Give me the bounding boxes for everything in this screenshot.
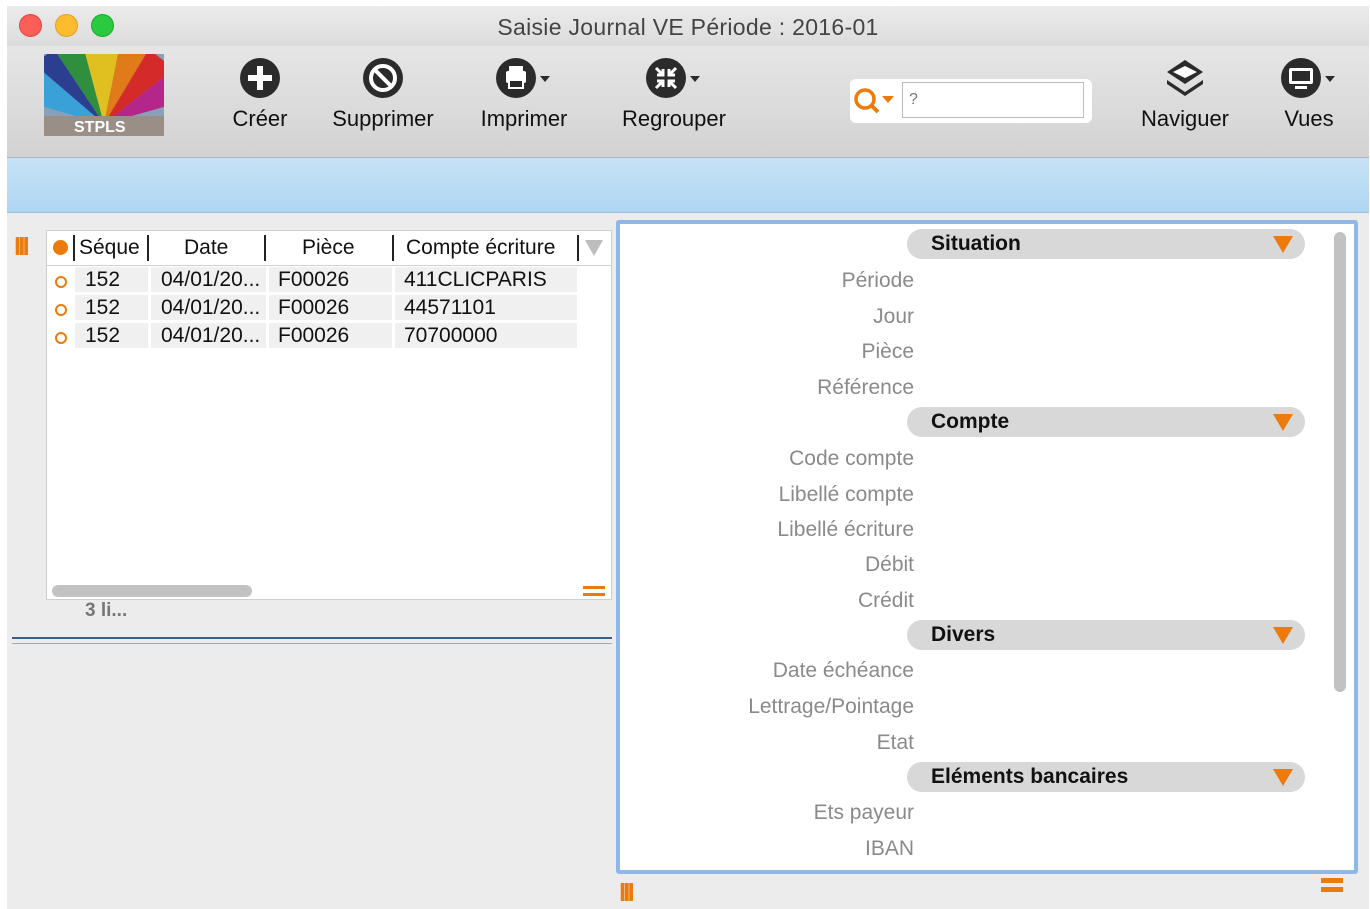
disclosure-arrow-icon	[1273, 769, 1293, 786]
column-menu-icon[interactable]	[585, 240, 603, 256]
prohibited-icon	[363, 58, 403, 98]
disclosure-arrow-icon	[1273, 236, 1293, 253]
cell-date: 04/01/20...	[151, 323, 266, 348]
column-grip-icon[interactable]: III	[619, 879, 635, 905]
table-row[interactable]: 152 04/01/20... F00026 70700000	[47, 323, 582, 350]
cell-compte: 44571101	[395, 295, 577, 320]
search-input[interactable]	[902, 82, 1084, 118]
disclosure-arrow-icon	[1273, 414, 1293, 431]
cell-seq: 152	[75, 323, 148, 348]
row-status-icon	[55, 332, 67, 344]
navigate-label: Naviguer	[1140, 106, 1230, 131]
table-row[interactable]: 152 04/01/20... F00026 44571101	[47, 295, 582, 322]
section-compte[interactable]: Compte	[907, 407, 1305, 437]
create-label: Créer	[232, 106, 288, 131]
cell-piece: F00026	[269, 267, 392, 292]
stpls-logo: STPLS	[44, 54, 164, 136]
column-header-piece[interactable]: Pièce	[302, 236, 355, 260]
section-compte-label: Compte	[931, 410, 1010, 433]
info-band	[7, 158, 1369, 213]
section-divers-label: Divers	[931, 623, 996, 646]
field-ets-payeur: Ets payeur	[813, 801, 914, 824]
field-periode: Période	[841, 269, 914, 292]
field-libelle-compte: Libellé compte	[778, 483, 914, 506]
cell-compte: 70700000	[395, 323, 577, 348]
disclosure-arrow-icon	[1273, 627, 1293, 644]
cell-compte: 411CLICPARIS	[395, 267, 577, 292]
cell-date: 04/01/20...	[151, 267, 266, 292]
cell-seq: 152	[75, 267, 148, 292]
vertical-scrollbar[interactable]	[1334, 232, 1346, 692]
collapse-icon	[646, 58, 700, 98]
field-code-compte: Code compte	[789, 447, 914, 470]
monitor-icon	[1281, 58, 1335, 98]
list-pane: III Séque Date Pièce Compte écriture 152…	[7, 213, 612, 909]
section-divers[interactable]: Divers	[907, 620, 1305, 650]
stack-layers-icon	[1167, 60, 1203, 96]
field-libelle-ecriture: Libellé écriture	[777, 518, 914, 541]
views-button[interactable]: Vues	[1277, 56, 1341, 132]
group-button[interactable]: Regrouper	[619, 56, 729, 132]
field-jour: Jour	[873, 305, 914, 328]
field-debit: Débit	[864, 553, 914, 576]
printer-icon	[496, 58, 550, 98]
record-count: 3 li...	[85, 600, 128, 621]
records-table: Séque Date Pièce Compte écriture 152 04/…	[46, 230, 612, 600]
horizontal-scrollbar[interactable]	[52, 585, 252, 597]
search-box	[850, 79, 1092, 123]
field-etat: Etat	[876, 731, 914, 754]
delete-label: Supprimer	[332, 106, 434, 131]
views-label: Vues	[1284, 106, 1334, 131]
section-situation-label: Situation	[931, 232, 1021, 255]
navigate-button[interactable]: Naviguer	[1137, 56, 1233, 132]
group-label: Regrouper	[622, 106, 726, 131]
cell-date: 04/01/20...	[151, 295, 266, 320]
logo-text: STPLS	[74, 119, 126, 136]
status-dot-icon	[53, 240, 68, 255]
field-reference: Référence	[817, 376, 914, 399]
section-bancaires-label: Eléments bancaires	[931, 765, 1129, 788]
column-header-compte[interactable]: Compte écriture	[406, 236, 555, 260]
delete-button[interactable]: Supprimer	[330, 56, 436, 132]
title-bar: Saisie Journal VE Période : 2016-01	[7, 6, 1369, 46]
field-lettrage: Lettrage/Pointage	[748, 695, 914, 718]
window-title: Saisie Journal VE Période : 2016-01	[497, 14, 879, 40]
field-credit: Crédit	[857, 589, 914, 612]
section-situation[interactable]: Situation	[907, 229, 1305, 259]
column-header-seq[interactable]: Séque	[79, 236, 140, 260]
search-dropdown-icon[interactable]	[852, 84, 898, 120]
field-piece: Pièce	[861, 340, 914, 363]
column-grip-icon[interactable]: III	[14, 233, 30, 259]
plus-circle-icon	[240, 58, 280, 98]
column-header-date[interactable]: Date	[184, 236, 228, 260]
section-bancaires[interactable]: Eléments bancaires	[907, 762, 1305, 792]
app-window: Saisie Journal VE Période : 2016-01 STPL…	[7, 6, 1369, 909]
row-status-icon	[55, 304, 67, 316]
field-iban: IBAN	[864, 837, 914, 860]
table-row[interactable]: 152 04/01/20... F00026 411CLICPARIS	[47, 267, 582, 294]
cell-piece: F00026	[269, 295, 392, 320]
toolbar: STPLS Créer Supprimer Imprimer Regrouper…	[7, 46, 1369, 158]
cell-seq: 152	[75, 295, 148, 320]
row-status-icon	[55, 276, 67, 288]
detail-form-pane: Situation Période Jour Pièce Référence C…	[616, 220, 1358, 874]
print-button[interactable]: Imprimer	[478, 56, 570, 132]
create-button[interactable]: Créer	[230, 56, 290, 132]
field-date-echeance: Date échéance	[772, 659, 914, 682]
list-options-icon[interactable]	[583, 586, 605, 599]
cell-piece: F00026	[269, 323, 392, 348]
print-label: Imprimer	[480, 106, 568, 131]
table-header: Séque Date Pièce Compte écriture	[47, 231, 611, 266]
form-options-icon[interactable]	[1321, 878, 1343, 896]
pane-divider[interactable]	[12, 637, 612, 644]
